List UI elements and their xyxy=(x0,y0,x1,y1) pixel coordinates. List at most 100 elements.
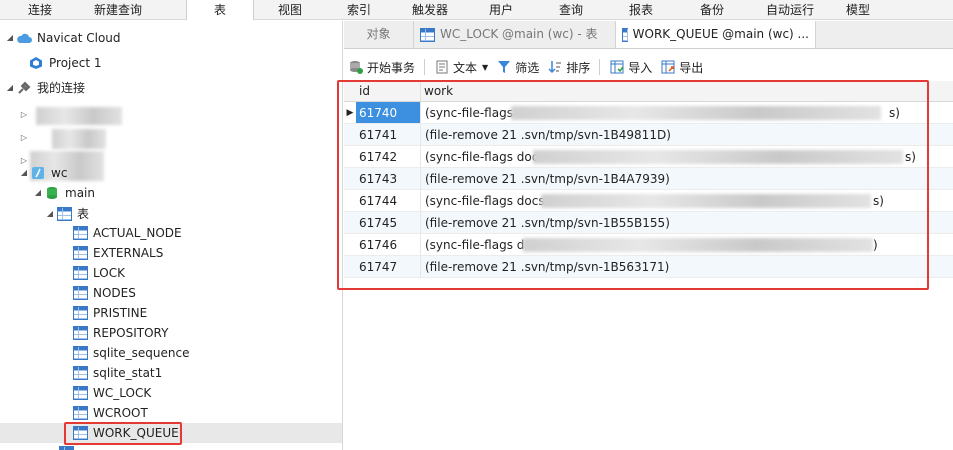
import-button[interactable]: 导入 xyxy=(605,56,656,78)
document-tabbar: 对象 WC_LOCK @main (wc) - 表 WORK_QUEUE @ma… xyxy=(344,21,953,49)
table-icon xyxy=(72,265,88,281)
table-icon xyxy=(72,345,88,361)
expand-arrow-icon[interactable]: ◢ xyxy=(4,28,16,48)
transaction-icon xyxy=(348,59,364,75)
tree-node-my-connections[interactable]: ◢ 我的连接 xyxy=(4,78,85,98)
tree-node-hidden-connection[interactable]: ▷ xyxy=(18,105,30,125)
menu-user[interactable]: 用户 xyxy=(468,0,534,20)
sqlite-connection-icon xyxy=(30,165,46,181)
toolbar-separator xyxy=(599,59,601,75)
expand-arrow-icon[interactable]: ◢ xyxy=(18,163,30,183)
export-button[interactable]: 导出 xyxy=(656,56,707,78)
sort-button[interactable]: 排序 xyxy=(543,56,594,78)
tree-table-wc-lock[interactable]: WC_LOCK xyxy=(72,383,151,403)
sort-icon xyxy=(547,59,563,75)
tab-work-queue[interactable]: WORK_QUEUE @main (wc) ... xyxy=(616,21,816,48)
tree-node-hidden-connection[interactable]: ▷ xyxy=(18,128,30,148)
table-icon xyxy=(72,405,88,421)
database-icon xyxy=(44,185,60,201)
text-view-button[interactable]: 文本 ▼ xyxy=(430,56,492,78)
connection-plug-icon xyxy=(16,80,32,96)
menu-index[interactable]: 索引 xyxy=(326,0,392,20)
tree-node-wc[interactable]: ◢ wc xyxy=(18,163,68,183)
redacted-area xyxy=(52,129,106,149)
tree-node-project[interactable]: Project 1 xyxy=(28,53,102,73)
tab-objects[interactable]: 对象 xyxy=(344,21,414,48)
table-icon xyxy=(72,225,88,241)
tab-wc-lock[interactable]: WC_LOCK @main (wc) - 表 xyxy=(414,21,616,48)
tree-label: LOCK xyxy=(93,266,125,280)
tree-table-wcroot[interactable]: WCROOT xyxy=(72,403,148,423)
menu-new-query[interactable]: 新建查询 xyxy=(80,0,156,20)
tree-label: WC_LOCK xyxy=(93,386,152,400)
project-icon xyxy=(28,55,44,71)
tree-table-lock[interactable]: LOCK xyxy=(72,263,125,283)
menu-connect[interactable]: 连接 xyxy=(0,0,80,20)
tree-label: WCROOT xyxy=(93,406,148,420)
text-document-icon xyxy=(434,59,450,75)
expand-arrow-icon[interactable]: ◢ xyxy=(32,183,44,203)
tree-label: PRISTINE xyxy=(93,306,148,320)
table-icon xyxy=(622,27,628,42)
menu-view[interactable]: 视图 xyxy=(254,0,326,20)
expand-arrow-icon[interactable]: ◢ xyxy=(4,78,16,98)
collapsed-arrow-icon[interactable]: ▷ xyxy=(18,105,30,125)
tree-label: 我的连接 xyxy=(37,81,86,95)
tree-label: main xyxy=(65,186,95,200)
tree-node-main-database[interactable]: ◢ main xyxy=(32,183,95,203)
view-group-icon xyxy=(58,445,74,450)
table-icon xyxy=(72,385,88,401)
tree-label: sqlite_stat1 xyxy=(93,366,163,380)
tree-label: 表 xyxy=(77,207,90,221)
tree-table-pristine[interactable]: PRISTINE xyxy=(72,303,147,323)
expand-arrow-icon[interactable]: ◢ xyxy=(44,204,56,224)
menu-spacer xyxy=(156,0,186,19)
tree-label: Navicat Cloud xyxy=(37,31,121,45)
tree-label: wc xyxy=(51,166,68,180)
menu-report[interactable]: 报表 xyxy=(608,0,674,20)
menu-backup[interactable]: 备份 xyxy=(674,0,750,20)
tree-node-navicat-cloud[interactable]: ◢ Navicat Cloud xyxy=(4,28,121,48)
begin-transaction-label: 开始事务 xyxy=(367,60,416,75)
highlight-box-data-grid xyxy=(337,80,929,290)
table-icon xyxy=(72,325,88,341)
table-icon xyxy=(72,285,88,301)
tree-table-nodes[interactable]: NODES xyxy=(72,283,136,303)
menu-automation[interactable]: 自动运行 xyxy=(750,0,830,20)
menu-model[interactable]: 模型 xyxy=(830,0,886,20)
tree-label: sqlite_sequence xyxy=(93,346,190,360)
menu-trigger[interactable]: 触发器 xyxy=(392,0,468,20)
tree-label: EXTERNALS xyxy=(93,246,164,260)
tree-label: REPOSITORY xyxy=(93,326,169,340)
tree-node-views-partial[interactable] xyxy=(58,443,79,450)
tree-label: Project 1 xyxy=(49,56,102,70)
tree-table-externals[interactable]: EXTERNALS xyxy=(72,243,163,263)
export-icon xyxy=(660,59,676,75)
chevron-down-icon[interactable]: ▼ xyxy=(482,63,488,72)
tab-label: WC_LOCK @main (wc) - 表 xyxy=(440,27,598,41)
table-icon xyxy=(420,27,435,42)
main-menubar: 连接 新建查询 表 视图 索引 触发器 用户 查询 报表 备份 自动运行 模型 xyxy=(0,0,953,20)
highlight-box-work-queue xyxy=(64,422,182,445)
tree-label: NODES xyxy=(93,286,136,300)
cloud-icon xyxy=(16,30,32,46)
table-icon xyxy=(72,245,88,261)
tree-table-repository[interactable]: REPOSITORY xyxy=(72,323,168,343)
table-group-icon xyxy=(56,206,72,222)
export-label: 导出 xyxy=(679,60,704,75)
tree-label: ACTUAL_NODE xyxy=(93,226,182,240)
tree-table-actual-node[interactable]: ACTUAL_NODE xyxy=(72,223,182,243)
tree-table-sqlite-stat1[interactable]: sqlite_stat1 xyxy=(72,363,162,383)
filter-button[interactable]: 筛选 xyxy=(492,56,543,78)
menu-table[interactable]: 表 xyxy=(186,0,254,20)
menu-query[interactable]: 查询 xyxy=(534,0,608,20)
redacted-area xyxy=(36,107,122,125)
table-icon xyxy=(72,365,88,381)
tree-node-tables-group[interactable]: ◢ 表 xyxy=(44,204,89,224)
collapsed-arrow-icon[interactable]: ▷ xyxy=(18,128,30,148)
toolbar-separator xyxy=(424,59,426,75)
import-icon xyxy=(609,59,625,75)
begin-transaction-button[interactable]: 开始事务 xyxy=(344,56,419,78)
tree-table-sqlite-sequence[interactable]: sqlite_sequence xyxy=(72,343,189,363)
tab-label: 对象 xyxy=(366,27,391,41)
